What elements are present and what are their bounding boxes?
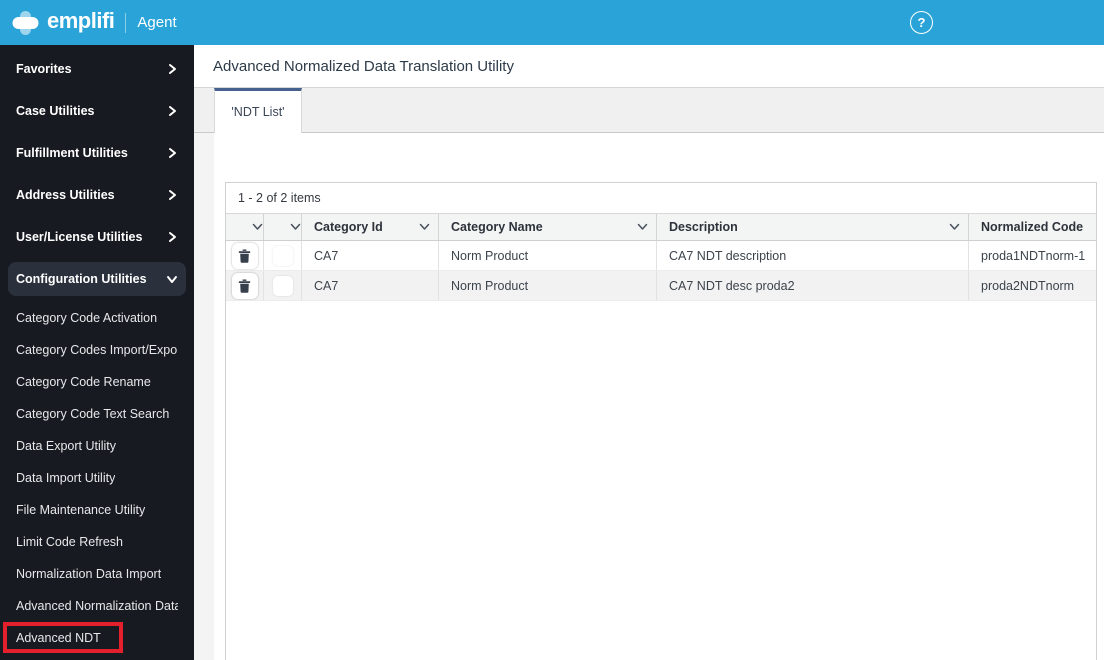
brand: emplifi Agent <box>0 10 177 35</box>
chevron-right-icon <box>166 105 178 117</box>
sidebar-item-address-utilities[interactable]: Address Utilities <box>0 174 194 216</box>
app-window: emplifi Agent ? Favorites Case Utilities… <box>0 0 1104 660</box>
main-area: Advanced Normalized Data Translation Uti… <box>194 45 1104 660</box>
select-column-header[interactable] <box>264 214 302 240</box>
tab-label: 'NDT List' <box>231 105 285 119</box>
product-name: Agent <box>137 14 177 31</box>
chevron-right-icon <box>166 63 178 75</box>
column-header-category-id[interactable]: Category Id <box>302 214 439 240</box>
sidebar-item-normalization-data-import[interactable]: Normalization Data Import <box>0 558 194 590</box>
sidebar-item-advanced-normalization-data[interactable]: Advanced Normalization Data <box>0 590 194 622</box>
sidebar-item-category-code-text-search[interactable]: Category Code Text Search <box>0 398 194 430</box>
tab-content: 1 - 2 of 2 items Category Id Category Na… <box>194 133 1104 660</box>
ndt-table-panel: 1 - 2 of 2 items Category Id Category Na… <box>225 182 1097 660</box>
sidebar-item-data-import-utility[interactable]: Data Import Utility <box>0 462 194 494</box>
cell-description: CA7 NDT description <box>657 241 969 270</box>
trash-icon <box>238 279 251 293</box>
chevron-right-icon <box>166 189 178 201</box>
table-header-row: Category Id Category Name Description No… <box>226 214 1096 241</box>
trash-icon <box>238 249 251 263</box>
chevron-right-icon <box>166 231 178 243</box>
sidebar-item-file-maintenance-utility[interactable]: File Maintenance Utility <box>0 494 194 526</box>
table-row: CA7 Norm Product CA7 NDT description pro… <box>226 241 1096 271</box>
cell-category-id: CA7 <box>302 241 439 270</box>
sidebar-item-data-export-utility[interactable]: Data Export Utility <box>0 430 194 462</box>
chevron-down-icon <box>166 273 178 285</box>
brand-divider <box>125 12 127 33</box>
sidebar-item-advanced-ndt[interactable]: Advanced NDT <box>0 622 194 654</box>
chevron-down-icon <box>943 223 960 231</box>
tab-ndt-list[interactable]: 'NDT List' <box>214 88 302 133</box>
sidebar-item-limit-code-refresh[interactable]: Limit Code Refresh <box>0 526 194 558</box>
column-header-description[interactable]: Description <box>657 214 969 240</box>
page-title: Advanced Normalized Data Translation Uti… <box>213 57 514 75</box>
cell-normalized-code: proda1NDTnorm-1 <box>981 248 1086 263</box>
row-checkbox[interactable] <box>272 245 293 266</box>
table-row: CA7 Norm Product CA7 NDT desc proda2 pro… <box>226 271 1096 301</box>
column-header-category-name[interactable]: Category Name <box>439 214 657 240</box>
sidebar-item-category-code-activation[interactable]: Category Code Activation <box>0 302 194 334</box>
chevron-down-icon <box>246 223 263 231</box>
delete-row-button[interactable] <box>231 242 258 269</box>
sidebar-item-fulfillment-utilities[interactable]: Fulfillment Utilities <box>0 132 194 174</box>
cell-category-name: Norm Product <box>439 241 657 270</box>
chevron-down-icon <box>284 223 301 231</box>
configuration-utilities-submenu: Category Code Activation Category Codes … <box>0 300 194 654</box>
chevron-down-icon <box>631 223 648 231</box>
chevron-down-icon <box>413 223 430 231</box>
sidebar-item-configuration-utilities[interactable]: Configuration Utilities <box>8 262 186 296</box>
top-header: emplifi Agent ? <box>0 0 1104 45</box>
left-gutter <box>194 133 214 660</box>
delete-row-button[interactable] <box>231 272 258 299</box>
cell-normalized-code: proda2NDTnorm <box>981 278 1075 293</box>
sidebar-item-category-code-rename[interactable]: Category Code Rename <box>0 366 194 398</box>
help-icon[interactable]: ? <box>910 11 933 34</box>
sidebar: Favorites Case Utilities Fulfillment Uti… <box>0 45 194 660</box>
tab-strip: 'NDT List' <box>194 88 1104 133</box>
delete-column-header[interactable] <box>226 214 264 240</box>
emplifi-logo-icon <box>12 10 39 35</box>
items-count: 1 - 2 of 2 items <box>226 183 1096 214</box>
sidebar-item-case-utilities[interactable]: Case Utilities <box>0 90 194 132</box>
sidebar-item-favorites[interactable]: Favorites <box>0 48 194 90</box>
sidebar-item-user-license-utilities[interactable]: User/License Utilities <box>0 216 194 258</box>
chevron-right-icon <box>166 147 178 159</box>
row-checkbox[interactable] <box>272 275 293 296</box>
page-title-bar: Advanced Normalized Data Translation Uti… <box>194 45 1104 88</box>
cell-description: CA7 NDT desc proda2 <box>657 271 969 300</box>
column-header-normalized-code[interactable]: Normalized Code <box>969 214 1096 240</box>
cell-category-name: Norm Product <box>439 271 657 300</box>
cell-category-id: CA7 <box>302 271 439 300</box>
brand-name: emplifi <box>47 8 115 33</box>
sidebar-item-category-codes-import-export[interactable]: Category Codes Import/Export <box>0 334 194 366</box>
